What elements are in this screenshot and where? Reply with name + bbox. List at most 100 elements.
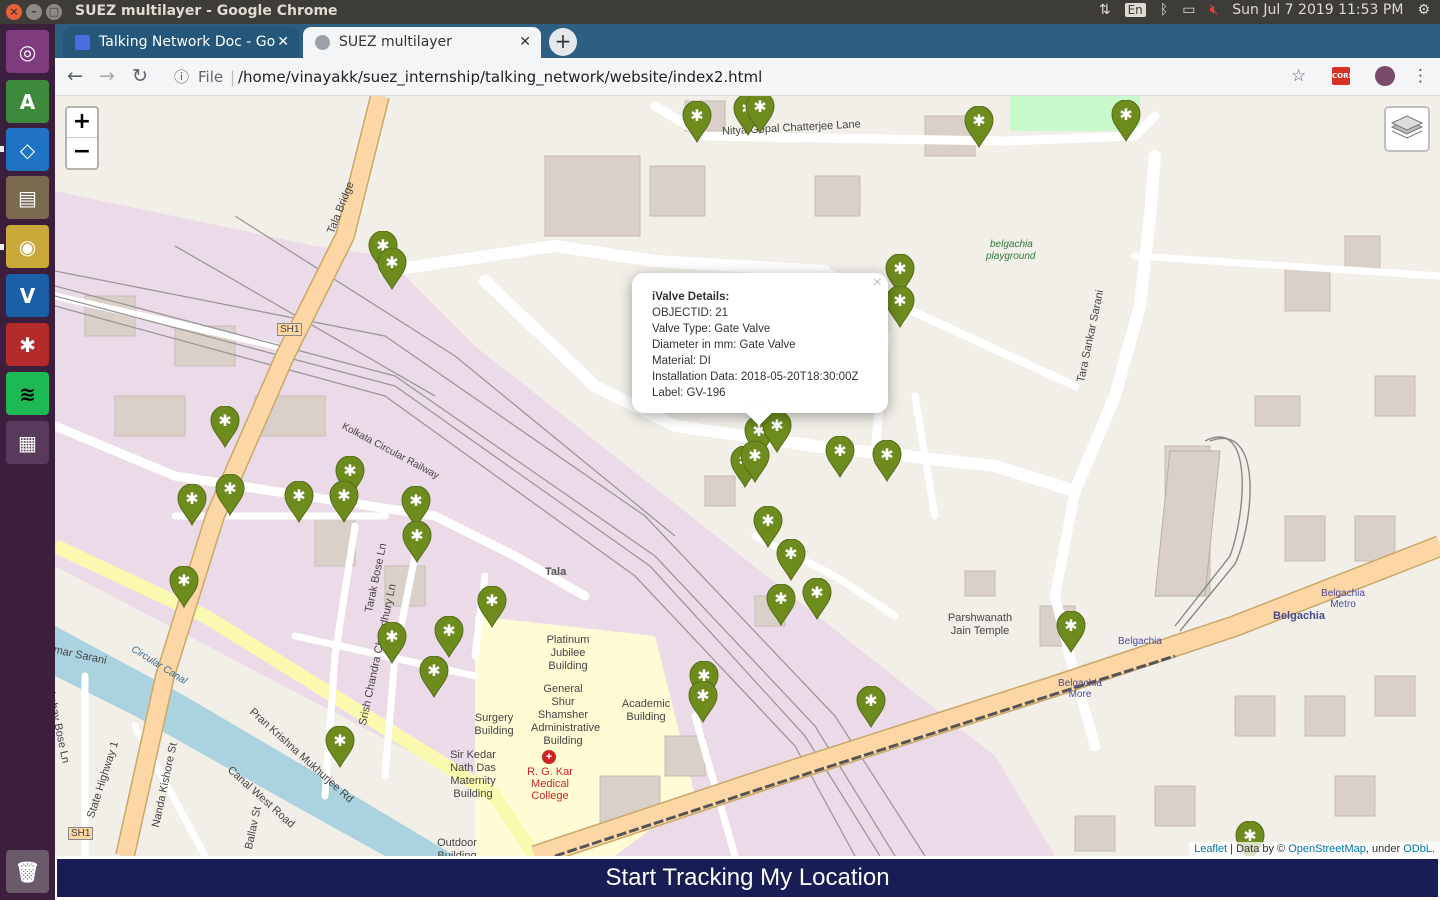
zoom-out-button[interactable]: − <box>67 138 97 168</box>
svg-text:✱: ✱ <box>696 686 709 705</box>
popup-close-icon[interactable]: × <box>873 275 882 291</box>
valve-marker-icon[interactable]: ✱ <box>688 681 718 723</box>
power-gear-icon[interactable]: ⚙ <box>1417 2 1430 18</box>
popup-diameter: Diameter in mm: Gate Valve <box>652 339 796 351</box>
maximize-window-button[interactable]: □ <box>46 4 62 20</box>
tab-suez-multilayer[interactable]: SUEZ multilayer ✕ <box>303 27 541 58</box>
ubuntu-dash-icon[interactable]: ◎ <box>6 30 49 73</box>
valve-marker-icon[interactable]: ✱ <box>210 406 240 448</box>
minimize-window-button[interactable]: – <box>26 4 42 20</box>
odbl-link[interactable]: ODbL <box>1403 843 1432 855</box>
valve-marker-icon[interactable]: ✱ <box>885 286 915 328</box>
bottom-bar: Start Tracking My Location <box>55 856 1440 900</box>
valve-marker-icon[interactable]: ✱ <box>745 96 775 134</box>
valve-marker-icon[interactable]: ✱ <box>215 474 245 516</box>
station-label: Belgachia <box>1118 636 1162 647</box>
valve-marker-icon[interactable]: ✱ <box>964 106 994 148</box>
close-window-button[interactable]: × <box>6 4 22 20</box>
route-shield: SH1 <box>68 827 94 840</box>
file-archive-icon[interactable]: ▤ <box>6 176 49 219</box>
valve-marker-icon[interactable]: ✱ <box>284 481 314 523</box>
back-arrow-icon[interactable]: ← <box>67 65 83 87</box>
battery-icon[interactable]: ▭ <box>1182 2 1195 18</box>
url-scheme: File <box>198 68 224 86</box>
zoom-in-button[interactable]: + <box>67 108 97 138</box>
close-tab-icon[interactable]: ✕ <box>519 27 531 58</box>
globe-icon <box>315 35 330 50</box>
network-transfer-icon[interactable]: ⇅ <box>1099 2 1111 18</box>
svg-text:✱: ✱ <box>833 441 846 460</box>
network-tool-icon[interactable]: ✱ <box>6 323 49 366</box>
start-tracking-button[interactable]: Start Tracking My Location <box>57 859 1438 897</box>
valve-marker-icon[interactable]: ✱ <box>1056 611 1086 653</box>
svg-text:✱: ✱ <box>753 97 766 116</box>
valve-marker-icon[interactable]: ✱ <box>776 539 806 581</box>
valve-marker-icon[interactable]: ✱ <box>329 481 359 523</box>
system-tray: ⇅ En ᛒ ▭ 🔇︎ Sun Jul 7 2019 11:53 PM ⚙ <box>1099 2 1430 18</box>
valve-marker-icon[interactable]: ✱ <box>377 248 407 290</box>
place-label: Tala <box>545 566 567 578</box>
vscode-icon[interactable]: ◇ <box>6 128 49 171</box>
bookmark-star-icon[interactable]: ☆ <box>1291 66 1306 86</box>
cors-extension-icon[interactable]: CORS <box>1332 67 1354 85</box>
svg-text:✱: ✱ <box>442 621 455 640</box>
valve-marker-icon[interactable]: ✱ <box>169 566 199 608</box>
bluetooth-icon[interactable]: ᛒ <box>1160 2 1168 18</box>
svg-text:✱: ✱ <box>218 411 231 430</box>
valve-marker-icon[interactable]: ✱ <box>825 436 855 478</box>
profile-avatar[interactable] <box>1375 66 1395 86</box>
spotify-icon[interactable]: ≋ <box>6 372 49 415</box>
tab-talking-network-doc[interactable]: Talking Network Doc - Go ✕ <box>63 27 299 58</box>
system-top-bar: × – □ SUEZ multilayer - Google Chrome ⇅ … <box>0 0 1440 24</box>
browser-toolbar: ← → ↻ ⓘ File | /home/vinayakk/suez_inter… <box>55 58 1440 96</box>
svg-text:✱: ✱ <box>1119 105 1132 124</box>
svg-text:✱: ✱ <box>385 627 398 646</box>
svg-text:✱: ✱ <box>690 106 703 125</box>
docs-icon <box>75 35 90 50</box>
close-tab-icon[interactable]: ✕ <box>277 27 289 58</box>
valve-marker-icon[interactable]: ✱ <box>477 586 507 628</box>
layers-control-button[interactable] <box>1384 106 1430 152</box>
valve-marker-icon[interactable]: ✱ <box>1111 100 1141 142</box>
valve-details-popup: × iValve Details: OBJECTID: 21 Valve Typ… <box>632 273 888 426</box>
svg-text:✱: ✱ <box>864 691 877 710</box>
address-bar[interactable]: ⓘ File | /home/vinayakk/suez_internship/… <box>162 62 1317 92</box>
leaflet-map[interactable]: Nitya Gopal Chatterjee Lane belgachia pl… <box>55 96 1440 856</box>
building-label: Platinum Jubilee Building <box>546 634 590 672</box>
svg-text:✱: ✱ <box>1064 616 1077 635</box>
valve-marker-icon[interactable]: ✱ <box>740 441 770 483</box>
hospital-icon: + <box>542 750 556 764</box>
volume-muted-icon[interactable]: 🔇︎ <box>1209 2 1218 18</box>
leaflet-link[interactable]: Leaflet <box>1194 843 1227 855</box>
osm-link[interactable]: OpenStreetMap <box>1288 843 1366 855</box>
valve-marker-icon[interactable]: ✱ <box>682 101 712 143</box>
reload-icon[interactable]: ↻ <box>132 65 148 87</box>
keyboard-language-indicator[interactable]: En <box>1124 3 1146 17</box>
workspace-switcher-icon[interactable]: ▦ <box>6 421 49 464</box>
svg-text:✱: ✱ <box>337 486 350 505</box>
valve-marker-icon[interactable]: ✱ <box>377 622 407 664</box>
valve-marker-icon[interactable]: ✱ <box>872 440 902 482</box>
valve-marker-icon[interactable]: ✱ <box>856 686 886 728</box>
vnc-viewer-icon[interactable]: V <box>6 274 49 317</box>
info-icon[interactable]: ⓘ <box>174 62 189 92</box>
valve-marker-icon[interactable]: ✱ <box>325 726 355 768</box>
forward-arrow-icon[interactable]: → <box>99 65 115 87</box>
url-text[interactable]: /home/vinayakk/suez_internship/talking_n… <box>238 62 762 92</box>
chrome-icon[interactable]: ◉ <box>6 225 49 268</box>
valve-marker-icon[interactable]: ✱ <box>766 584 796 626</box>
menu-kebab-icon[interactable]: ⋮ <box>1412 66 1429 86</box>
valve-marker-icon[interactable]: ✱ <box>402 521 432 563</box>
new-tab-button[interactable]: + <box>549 28 577 56</box>
valve-marker-icon[interactable]: ✱ <box>434 616 464 658</box>
valve-marker-icon[interactable]: ✱ <box>802 578 832 620</box>
android-studio-icon[interactable]: A <box>6 80 49 123</box>
clock[interactable]: Sun Jul 7 2019 11:53 PM <box>1232 2 1403 18</box>
valve-marker-icon[interactable]: ✱ <box>419 656 449 698</box>
hospital-label: R. G. Kar Medical College <box>527 766 573 802</box>
park-label: playground <box>986 251 1036 262</box>
trash-icon[interactable]: 🗑︎ <box>6 850 49 893</box>
valve-marker-icon[interactable]: ✱ <box>177 484 207 526</box>
window-title: SUEZ multilayer - Google Chrome <box>75 3 338 19</box>
zoom-control: + − <box>65 106 99 170</box>
